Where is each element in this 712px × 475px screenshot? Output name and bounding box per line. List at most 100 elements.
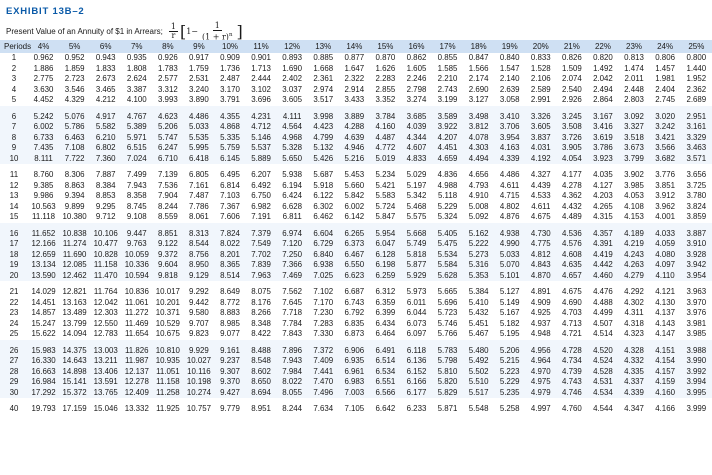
value-cell: 4.938	[494, 228, 526, 239]
table-row: 3 2.775 2.723 2.673 2.624 2.577 2.531 2.487 2.44…	[0, 74, 712, 85]
value-cell: 9.122	[152, 239, 184, 250]
value-cell: 6.642	[369, 404, 401, 415]
table-row: 13 9.986 9.394 8.853 8.358 7.904 7.487 7.103 6.7…	[0, 191, 712, 202]
value-cell: 6.802	[90, 143, 122, 154]
value-cell: 3.985	[618, 180, 650, 191]
value-cell: 2.577	[152, 74, 184, 85]
value-cell: 3.605	[276, 95, 308, 106]
value-cell: 4.607	[400, 143, 433, 154]
value-cell: 3.518	[618, 132, 650, 143]
value-cell: 3.517	[307, 95, 339, 106]
value-cell: 4.703	[556, 308, 588, 319]
value-cell: 3.656	[680, 170, 712, 181]
value-cell: 11.158	[152, 377, 184, 388]
table-row: 6 5.242 5.076 4.917 4.767 4.623 4.486 4.355 4.23…	[0, 111, 712, 122]
value-cell: 7.230	[307, 308, 339, 319]
value-cell: 8.061	[183, 212, 215, 223]
value-cell: 0.901	[245, 53, 277, 64]
value-cell: 16.984	[28, 377, 60, 388]
table-row: 7 6.002 5.786 5.582 5.389 5.206 5.033 4.868 4.71…	[0, 122, 712, 133]
value-cell: 10.027	[183, 356, 215, 367]
value-cell: 12.550	[90, 318, 122, 329]
column-header-rate: 13%	[307, 40, 339, 53]
value-cell: 3.976	[680, 308, 712, 319]
value-cell: 6.073	[400, 318, 433, 329]
period-cell: 20	[0, 270, 28, 281]
value-cell: 3.912	[649, 191, 681, 202]
value-cell: 6.166	[400, 377, 433, 388]
value-cell: 2.743	[432, 84, 464, 95]
value-cell: 7.487	[183, 191, 215, 202]
value-cell: 10.059	[121, 249, 153, 260]
table-row: 18 12.659 11.690 10.828 10.059 9.372 8.756 8.20…	[0, 249, 712, 260]
value-cell: 8.244	[276, 404, 308, 415]
value-cell: 3.630	[28, 84, 60, 95]
value-cell: 3.992	[680, 366, 712, 377]
value-cell: 2.540	[556, 84, 588, 95]
value-cell: 6.983	[338, 377, 370, 388]
value-cell: 3.954	[680, 270, 712, 281]
value-cell: 4.231	[245, 111, 277, 122]
value-cell: 6.743	[338, 297, 370, 308]
value-cell: 4.442	[587, 260, 619, 271]
value-cell: 15.046	[90, 404, 122, 415]
value-cell: 3.410	[494, 111, 526, 122]
value-cell: 4.767	[121, 111, 153, 122]
value-cell: 4.192	[525, 153, 557, 164]
value-cell: 10.371	[152, 308, 184, 319]
value-cell: 6.729	[307, 239, 339, 250]
value-cell: 2.448	[618, 84, 650, 95]
value-cell: 5.537	[245, 143, 277, 154]
period-group: 16 11.652 10.838 10.106 9.447 8.851 8.313 7.824…	[0, 222, 712, 281]
period-cell: 14	[0, 201, 28, 212]
value-cell: 11.274	[59, 239, 91, 250]
value-cell: 3.465	[90, 84, 122, 95]
value-cell: 4.054	[556, 153, 588, 164]
value-cell: 4.576	[556, 239, 588, 250]
formula-exponent: n	[228, 32, 233, 38]
value-cell: 4.315	[587, 212, 619, 223]
value-cell: 10.838	[59, 228, 91, 239]
column-header-rate: 21%	[556, 40, 588, 53]
value-cell: 2.673	[90, 74, 122, 85]
value-cell: 1.808	[121, 63, 153, 74]
value-cell: 5.432	[463, 308, 495, 319]
value-cell: 1.783	[152, 63, 184, 74]
value-cell: 6.002	[28, 122, 60, 133]
value-cell: 3.571	[680, 153, 712, 164]
value-cell: 4.979	[525, 387, 557, 398]
value-cell: 4.656	[463, 170, 495, 181]
value-cell: 5.242	[28, 111, 60, 122]
value-cell: 5.229	[432, 201, 464, 212]
value-cell: 9.292	[183, 287, 215, 298]
value-cell: 4.635	[556, 260, 588, 271]
value-cell: 4.391	[587, 239, 619, 250]
period-cell: 23	[0, 308, 28, 319]
value-cell: 0.943	[90, 53, 122, 64]
value-cell: 3.706	[494, 122, 526, 133]
value-cell: 12.137	[121, 366, 153, 377]
value-cell: 4.212	[90, 95, 122, 106]
value-cell: 5.724	[369, 201, 401, 212]
value-cell: 2.624	[121, 74, 153, 85]
value-cell: 7.441	[307, 366, 339, 377]
annuity-table: Periods 4% 5% 6% 7% 8% 9% 10% 11% 12% 13% 14% 15% 16%…	[0, 40, 712, 415]
value-cell: 7.722	[59, 153, 91, 164]
value-cell: 4.917	[90, 111, 122, 122]
value-cell: 14.375	[59, 345, 91, 356]
period-cell: 17	[0, 239, 28, 250]
value-cell: 11.272	[121, 308, 153, 319]
period-cell: 8	[0, 132, 28, 143]
period-cell: 7	[0, 122, 28, 133]
period-cell: 15	[0, 212, 28, 223]
value-cell: 5.389	[121, 122, 153, 133]
value-cell: 4.328	[618, 345, 650, 356]
value-cell: 5.995	[183, 143, 215, 154]
value-cell: 12.166	[28, 239, 60, 250]
value-cell: 9.929	[183, 345, 215, 356]
value-cell: 5.215	[494, 356, 526, 367]
value-cell: 6.464	[369, 329, 401, 340]
value-cell: 6.210	[90, 132, 122, 143]
value-cell: 8.951	[245, 404, 277, 415]
value-cell: 0.833	[525, 53, 557, 64]
